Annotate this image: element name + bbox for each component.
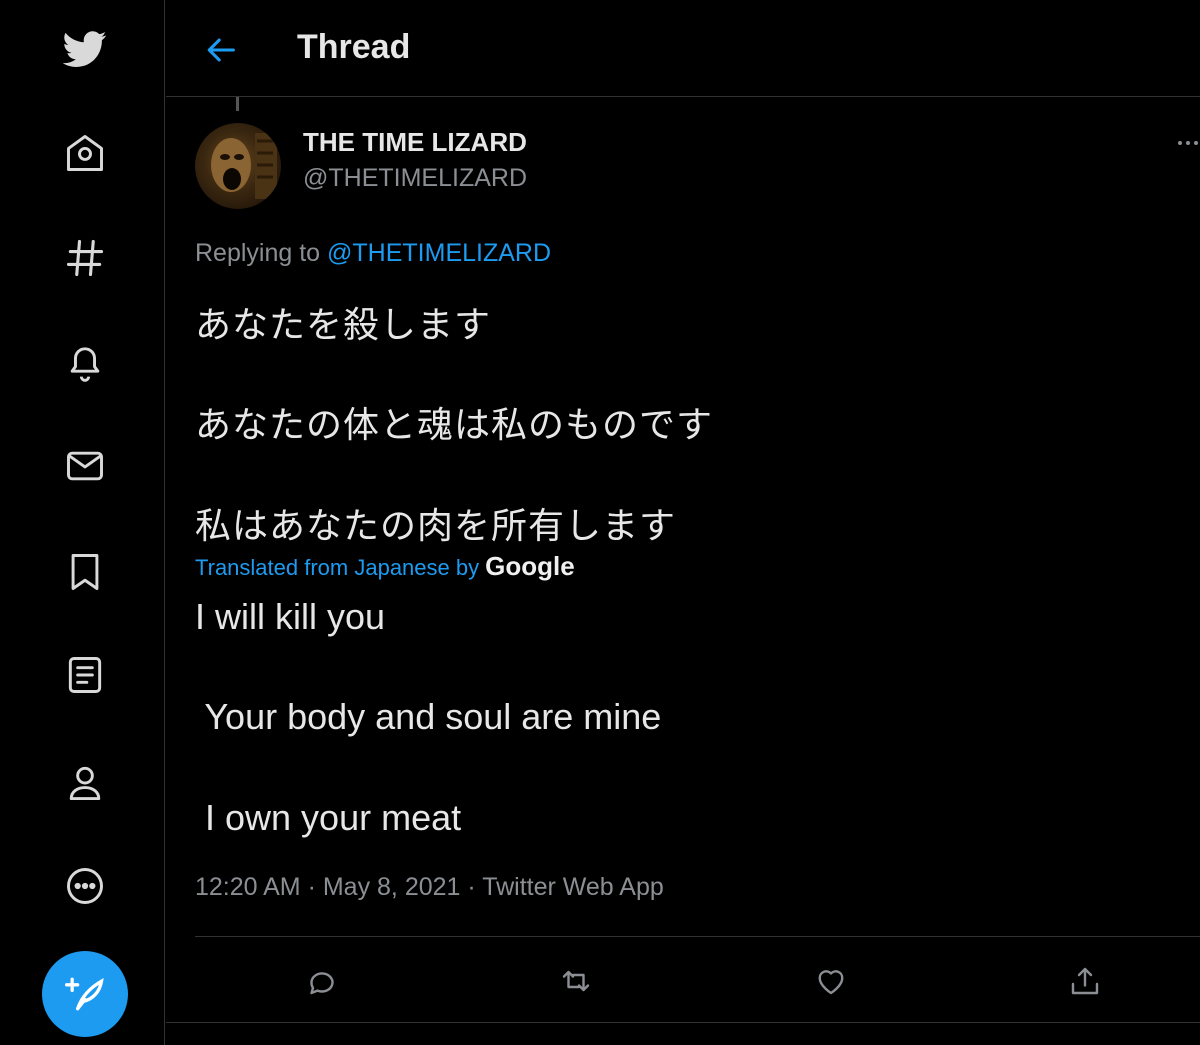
translated-text-line-1: I will kill you [195, 596, 386, 637]
twitter-logo-button[interactable] [60, 24, 110, 74]
profile-icon [69, 766, 101, 801]
nav-messages[interactable] [60, 441, 110, 491]
nav-home[interactable] [60, 128, 110, 178]
nav-profile[interactable] [60, 758, 110, 808]
divider [195, 936, 1200, 937]
replying-prefix: Replying to [195, 239, 321, 267]
translation-attribution[interactable]: Translated from Japanese by Google [195, 551, 575, 582]
like-button[interactable] [808, 958, 854, 1004]
replying-to: Replying to @THETIMELIZARD [195, 239, 551, 268]
translated-text-line-2: Your body and soul are mine [195, 696, 662, 737]
compose-tweet-button[interactable] [42, 951, 128, 1037]
compose-feather-icon [65, 977, 104, 1011]
retweet-button[interactable] [553, 958, 599, 1004]
tweet-meta[interactable]: 12:20 AM · May 8, 2021 · Twitter Web App [195, 873, 664, 902]
nav-lists[interactable] [60, 650, 110, 700]
thread-header: Thread [166, 0, 1200, 97]
original-text-line-3: 私はあなたの肉を所有します [195, 505, 677, 546]
back-button[interactable] [200, 28, 244, 72]
sidebar-nav [0, 0, 165, 1045]
mail-icon [67, 451, 103, 481]
bell-icon [70, 347, 100, 382]
translation-label: Translated from Japanese by [195, 555, 480, 580]
original-text-line-1: あなたを殺します [195, 304, 492, 345]
retweet-icon [562, 970, 590, 992]
bookmark-icon [71, 554, 99, 590]
reply-button[interactable] [299, 958, 345, 1004]
more-dots-icon [1178, 141, 1198, 145]
page-title: Thread [297, 28, 411, 66]
more-circle-icon [67, 868, 103, 904]
nav-more[interactable] [60, 861, 110, 911]
reply-icon [310, 972, 334, 995]
thread-main: Thread THE TIME LIZARD @THETIMELIZARD Re… [166, 0, 1200, 1045]
avatar[interactable] [195, 123, 281, 209]
author-display-name[interactable]: THE TIME LIZARD [303, 127, 527, 158]
nav-explore[interactable] [60, 233, 110, 283]
hashtag-icon [66, 239, 104, 277]
translated-text-line-3: I own your meat [195, 797, 462, 838]
author-handle[interactable]: @THETIMELIZARD [303, 164, 527, 193]
tweet-more-button[interactable] [1176, 128, 1200, 158]
replying-to-link[interactable]: @THETIMELIZARD [327, 239, 551, 267]
nav-bookmarks[interactable] [60, 547, 110, 597]
share-icon [1071, 967, 1099, 995]
nav-notifications[interactable] [60, 337, 110, 387]
back-arrow-icon [207, 38, 235, 62]
twitter-bird-icon [63, 31, 107, 67]
google-logo: Google [485, 551, 575, 581]
home-icon [67, 135, 103, 171]
list-icon [68, 657, 102, 693]
like-heart-icon [818, 970, 844, 995]
thread-connector-line [236, 97, 239, 111]
share-button[interactable] [1062, 958, 1108, 1004]
divider [166, 1022, 1200, 1023]
original-text-line-2: あなたの体と魂は私のものです [195, 404, 714, 445]
